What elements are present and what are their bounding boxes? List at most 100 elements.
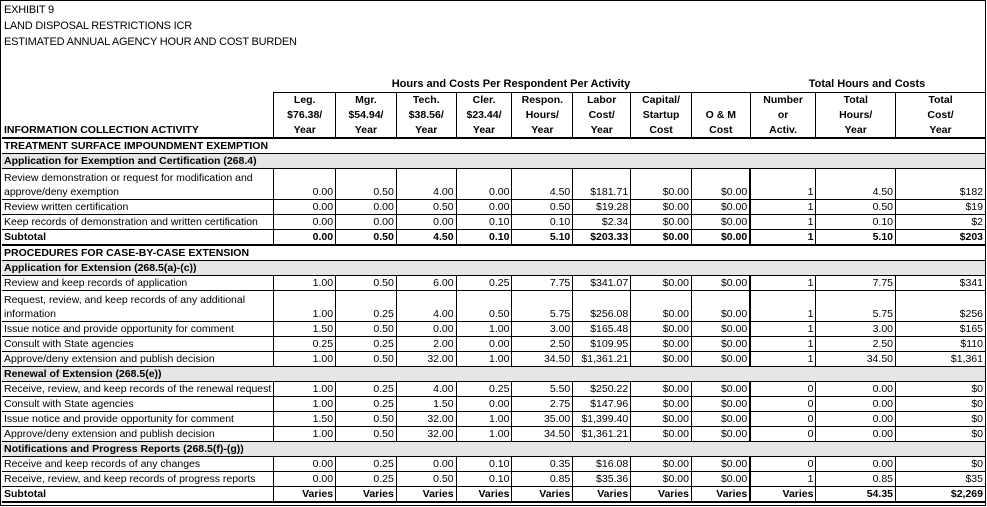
value-cell: $0 — [895, 396, 985, 412]
section-header-row: Renewal of Extension (268.5(e)) — [2, 365, 985, 382]
value-cell: 1 — [749, 321, 816, 337]
value-cell: 0.50 — [335, 229, 397, 246]
value-cell: $147.96 — [572, 396, 631, 412]
value-cell: 0.50 — [335, 411, 397, 427]
column-header: Year — [395, 122, 457, 139]
column-header: Year — [815, 122, 896, 139]
value-cell: 1 — [749, 229, 816, 246]
value-cell: 1.00 — [273, 351, 336, 367]
value-cell: 2.50 — [815, 336, 896, 352]
table-row: Issue notice and provide opportunity for… — [2, 411, 985, 427]
value-cell: $203.33 — [572, 229, 631, 246]
value-cell: 0.00 — [273, 199, 336, 215]
value-cell: $0.00 — [690, 336, 751, 352]
category-row: PROCEDURES FOR CASE-BY-CASE EXTENSION — [2, 245, 985, 261]
value-cell: 0.25 — [335, 471, 397, 487]
header-row: INFORMATION COLLECTION ACTIVITY Year Year Y… — [2, 122, 985, 139]
value-cell: $165 — [895, 321, 985, 337]
value-cell: 1 — [749, 336, 816, 352]
column-header: Year — [511, 122, 573, 139]
value-cell: 0.35 — [511, 456, 573, 472]
value-cell: $1,361.21 — [572, 426, 631, 442]
value-cell: $0.00 — [690, 168, 751, 200]
value-cell: 32.00 — [395, 426, 457, 442]
activity-label: Review written certification — [2, 199, 274, 215]
value-cell: 0.50 — [395, 471, 457, 487]
exhibit-heading: ESTIMATED ANNUAL AGENCY HOUR AND COST BU… — [4, 36, 297, 48]
value-cell: 4.00 — [395, 168, 457, 200]
value-cell: 0.50 — [335, 351, 397, 367]
value-cell: $2 — [895, 214, 985, 230]
value-cell: 2.50 — [511, 336, 573, 352]
value-cell: 0.10 — [455, 214, 512, 230]
value-cell: 0.10 — [511, 214, 573, 230]
value-cell: 0.10 — [815, 214, 896, 230]
value-cell: 0.25 — [335, 290, 397, 322]
value-cell: $0.00 — [690, 214, 751, 230]
activity-column-header: INFORMATION COLLECTION ACTIVITY — [2, 122, 274, 139]
totals-group-header: Total Hours and Costs — [808, 78, 926, 90]
activity-label: Approve/deny extension and publish decis… — [2, 426, 274, 442]
column-header: Cler. — [455, 92, 512, 108]
value-cell: 4.50 — [815, 168, 896, 200]
exhibit-subtitle: LAND DISPOSAL RESTRICTIONS ICR — [4, 20, 192, 32]
value-cell: $165.48 — [572, 321, 631, 337]
value-cell: $0.00 — [690, 229, 751, 246]
value-cell: $182 — [895, 168, 985, 200]
value-cell: 0.00 — [273, 229, 336, 246]
value-cell: $16.08 — [572, 456, 631, 472]
value-cell: 0 — [749, 426, 816, 442]
value-cell: 0.25 — [335, 336, 397, 352]
table-row: Approve/deny extension and publish decis… — [2, 426, 985, 442]
activity-label: Issue notice and provide opportunity for… — [2, 411, 274, 427]
activity-label: Receive, review, and keep records of the… — [2, 381, 274, 397]
value-cell: 0.00 — [815, 381, 896, 397]
value-cell: 1.00 — [455, 426, 512, 442]
column-header: Cost — [690, 122, 751, 139]
value-cell: $19.28 — [572, 199, 631, 215]
value-cell: 5.75 — [511, 290, 573, 322]
value-cell: 1.00 — [273, 381, 336, 397]
value-cell: 5.10 — [815, 229, 896, 246]
value-cell: Varies — [690, 486, 751, 503]
value-cell: $0.00 — [630, 168, 692, 200]
column-header: or — [749, 107, 816, 123]
activity-label: Subtotal — [2, 229, 274, 246]
activity-label: TREATMENT SURFACE IMPOUNDMENT EXEMPTION — [4, 139, 269, 152]
value-cell: 4.50 — [511, 168, 573, 200]
column-header: Labor — [572, 92, 631, 108]
value-cell: Varies — [630, 486, 692, 503]
value-cell: $250.22 — [572, 381, 631, 397]
value-cell: $181.71 — [572, 168, 631, 200]
value-cell: Varies — [749, 486, 816, 503]
value-cell: Varies — [335, 486, 397, 503]
table-row: Review written certification 0.00 0.00 0.50… — [2, 199, 985, 215]
activity-label: Consult with State agencies — [2, 396, 274, 412]
value-cell: $0 — [895, 411, 985, 427]
value-cell: $1,361 — [895, 351, 985, 367]
value-cell: $0.00 — [690, 471, 751, 487]
value-cell: 0 — [749, 456, 816, 472]
value-cell: 0.25 — [455, 381, 512, 397]
value-cell: 1.00 — [273, 275, 336, 291]
column-header: $23.44/ — [455, 107, 512, 123]
value-cell: Varies — [273, 486, 336, 503]
value-cell: $341 — [895, 275, 985, 291]
value-cell: 1 — [749, 168, 816, 200]
value-cell: 0.00 — [335, 214, 397, 230]
activity-label: Review demonstration or request for modi… — [2, 168, 274, 200]
value-cell: 0.10 — [455, 229, 512, 246]
column-header: Cost/ — [572, 107, 631, 123]
value-cell: 4.50 — [395, 229, 457, 246]
value-cell: 2.75 — [511, 396, 573, 412]
table-row: Request, review, and keep records of any… — [2, 290, 985, 322]
value-cell: 7.75 — [815, 275, 896, 291]
value-cell: $0.00 — [630, 381, 692, 397]
table-row: Issue notice and provide opportunity for… — [2, 321, 985, 337]
value-cell: 3.00 — [511, 321, 573, 337]
value-cell: 0.00 — [335, 199, 397, 215]
column-header: Cost/ — [895, 107, 985, 123]
value-cell: 0.00 — [273, 456, 336, 472]
value-cell: 0.00 — [815, 411, 896, 427]
value-cell: $0.00 — [630, 275, 692, 291]
